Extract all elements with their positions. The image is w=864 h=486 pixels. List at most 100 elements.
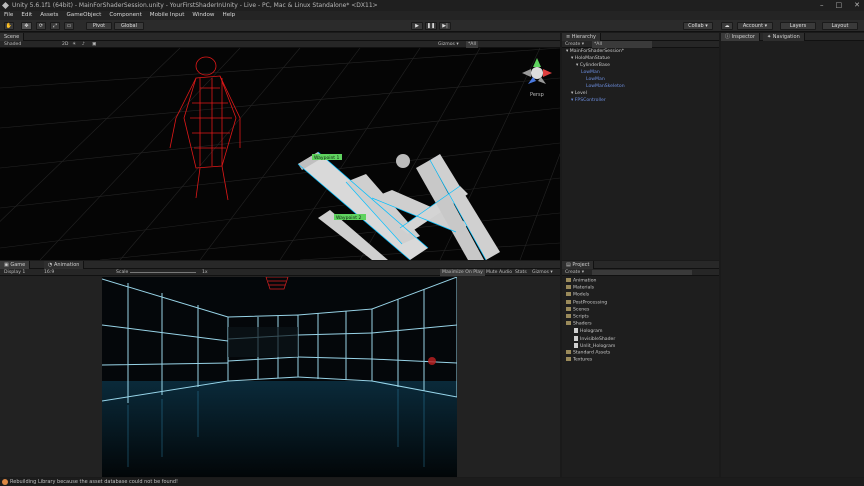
move-tool-icon[interactable]: ✥ [21,22,32,30]
scale-label: Scale [116,270,129,275]
tab-inspector[interactable]: ⓘ Inspector [721,33,760,41]
tab-animation[interactable]: ◔ Animation [44,261,85,269]
folder-icon [566,299,571,304]
global-toggle[interactable]: Global [114,22,144,30]
cloud-icon[interactable]: ☁ [721,22,733,30]
tab-scene[interactable]: Scene [0,33,25,41]
character-icon[interactable] [396,154,410,168]
project-file[interactable]: Hologram [574,328,602,335]
folder-icon [566,357,571,362]
svg-text:Waypoint 1: Waypoint 1 [314,155,339,161]
scale-tool-icon[interactable]: ⤢ [50,22,60,30]
hierarchy-item[interactable]: ▾ Level [571,91,587,97]
display-dropdown[interactable]: Display 1 [4,269,25,276]
hierarchy-item[interactable]: LowMan [581,70,600,76]
collab-button[interactable]: Collab ▾ [683,22,713,30]
hierarchy-item[interactable]: ▾ FPSController [571,98,606,104]
rotate-tool-icon[interactable]: ⟳ [36,22,46,30]
play-button[interactable]: ▶ [411,22,423,30]
project-tabstrip: ▤ Project [562,261,719,269]
layers-dropdown[interactable]: Layers [780,22,816,30]
menu-help[interactable]: Help [222,11,235,20]
menu-file[interactable]: File [4,11,13,20]
project-search-input[interactable] [592,270,692,275]
toolbar: ✋ ✥ ⟳ ⤢ ▭ Pivot Global ▶ ❚❚ ▶| Collab ▾ … [0,20,864,32]
project-create-button[interactable]: Create ▾ [565,269,584,276]
game-tabstrip: ▣ Game ◔ Animation [0,261,560,269]
project-folder[interactable]: Shaders [566,321,592,328]
gizmos-dropdown[interactable]: Gizmos ▾ [438,41,459,48]
rect-tool-icon[interactable]: ▭ [64,22,74,30]
hand-tool-icon[interactable]: ✋ [4,22,14,30]
project-folder[interactable]: PostProcessing [566,299,607,307]
menu-edit[interactable]: Edit [21,11,32,20]
lighting-toggle-icon[interactable]: ☀ [72,41,76,48]
stats-toggle[interactable]: Stats [515,269,527,276]
project-folder[interactable]: Materials [566,285,594,292]
audio-toggle-icon[interactable]: ♪ [82,41,85,48]
project-file[interactable]: Unlit_Hologram [574,342,615,350]
scale-slider[interactable] [130,272,196,273]
maximize-on-play-toggle[interactable]: Maximize On Play [440,269,485,276]
account-dropdown[interactable]: Account ▾ [737,22,773,30]
project-folder[interactable]: Textures [566,357,592,364]
menu-window[interactable]: Window [192,11,214,20]
project-folder[interactable]: Scripts [566,314,589,321]
folder-icon [566,292,571,297]
menu-assets[interactable]: Assets [40,11,58,20]
hierarchy-search-input[interactable]: *All [592,41,652,48]
hierarchy-item[interactable]: ▾ HoloManStatue [571,56,610,62]
folder-icon [566,314,571,318]
tab-project[interactable]: ▤ Project [562,261,595,269]
project-folder[interactable]: Standard Assets [566,350,610,357]
hierarchy-item[interactable]: LowMan [586,77,605,83]
folder-icon [566,350,571,354]
mute-audio-toggle[interactable]: Mute Audio [486,269,512,276]
svg-text:Waypoint 2: Waypoint 2 [336,215,361,221]
title-bar: Unity 5.6.1f1 (64bit) - MainForShaderSes… [0,0,864,11]
maximize-button[interactable]: □ [836,0,843,11]
effects-toggle-icon[interactable]: ▣ [92,41,96,48]
shading-mode-dropdown[interactable]: Shaded [4,41,21,48]
scene-toolbar: Shaded 2D ☀ ♪ ▣ Gizmos ▾ *All [0,41,560,48]
inspector-tabstrip: ⓘ Inspector ✦ Navigation [721,33,864,41]
tab-navigation[interactable]: ✦ Navigation [763,33,805,41]
folder-icon [566,285,571,290]
shader-file-icon [574,328,578,334]
scene-panel: Scene Shaded 2D ☀ ♪ ▣ Gizmos ▾ *All Wayp… [0,33,560,260]
step-button[interactable]: ▶| [439,22,451,30]
project-file[interactable]: InvisibleShader [574,335,615,343]
close-button[interactable]: ✕ [854,0,860,11]
game-viewport[interactable] [102,277,457,477]
pause-button[interactable]: ❚❚ [425,22,437,30]
hierarchy-item[interactable]: LowManSkeleton [586,84,625,90]
menu-gameobject[interactable]: GameObject [66,11,101,20]
tab-hierarchy[interactable]: ≡ Hierarchy [562,33,601,41]
persp-label[interactable]: Persp [530,92,544,98]
project-folder[interactable]: Animation [566,278,596,285]
menu-mobile-input[interactable]: Mobile Input [150,11,185,20]
window-title: Unity 5.6.1f1 (64bit) - MainForShaderSes… [12,2,378,9]
hierarchy-create-button[interactable]: Create ▾ [565,41,584,48]
tab-game[interactable]: ▣ Game [0,261,31,269]
hierarchy-item[interactable]: ▾ MainForShaderSession* [566,49,624,55]
layout-dropdown[interactable]: Layout [822,22,858,30]
status-bar: Rebuilding Library because the asset dat… [0,478,864,486]
pivot-toggle[interactable]: Pivot [86,22,112,30]
menu-component[interactable]: Component [109,11,141,20]
warning-icon [2,479,8,485]
hierarchy-tabstrip: ≡ Hierarchy [562,33,719,41]
scene-tabstrip: Scene [0,33,560,41]
window-controls: – □ ✕ [820,0,860,11]
minimize-button[interactable]: – [820,0,824,11]
shader-file-icon [574,335,578,341]
project-folder[interactable]: Scenes [566,306,589,314]
project-folder[interactable]: Models [566,292,589,299]
hierarchy-item[interactable]: ▾ CylinderBase [576,63,610,69]
2d-toggle[interactable]: 2D [62,41,68,48]
scene-search-input[interactable]: *All [466,41,478,48]
scene-viewport[interactable]: Waypoint 1 Waypoint 2 Persp [0,48,560,260]
aspect-dropdown[interactable]: 16:9 [44,269,54,276]
game-gizmos-dropdown[interactable]: Gizmos ▾ [532,269,553,276]
shader-file-icon [574,342,578,348]
